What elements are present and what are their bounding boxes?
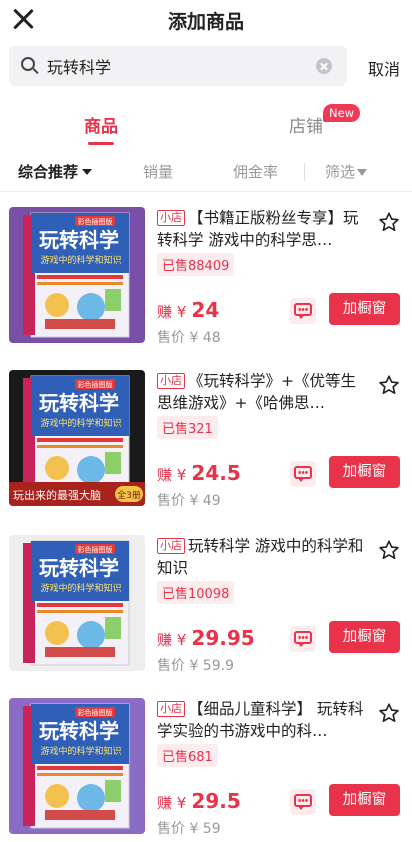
commission-earn: 赚 ¥ 29.5 xyxy=(157,789,241,813)
search-input[interactable] xyxy=(47,46,307,86)
earn-amount: 24.5 xyxy=(191,461,241,485)
product-card[interactable]: 彩色插图版 玩转科学 游戏中的科学和知识 小店 【书籍正版粉丝专享】玩转科学 游戏… xyxy=(0,207,412,372)
svg-text:玩转科学: 玩转科学 xyxy=(39,391,119,415)
svg-text:玩转科学: 玩转科学 xyxy=(39,556,119,580)
message-icon[interactable] xyxy=(290,626,316,652)
sort-comprehensive-label: 综合推荐 xyxy=(18,163,79,181)
active-tab-indicator xyxy=(88,142,114,145)
message-icon[interactable] xyxy=(290,298,316,324)
top-bar: 添加商品 xyxy=(0,0,412,40)
svg-text:游戏中的科学和知识: 游戏中的科学和知识 xyxy=(40,417,121,429)
svg-text:游戏中的科学和知识: 游戏中的科学和知识 xyxy=(40,582,121,594)
commission-earn: 赚 ¥ 24 xyxy=(157,298,219,322)
earn-amount: 29.5 xyxy=(191,789,241,813)
svg-text:彩色插图版: 彩色插图版 xyxy=(78,545,113,554)
sort-sales[interactable]: 销量 xyxy=(143,161,173,182)
earn-label: 赚 ¥ xyxy=(157,631,187,649)
svg-text:玩转科学: 玩转科学 xyxy=(39,228,119,252)
product-title-text: 玩转科学 游戏中的科学和知识 xyxy=(157,537,364,577)
commission-earn: 赚 ¥ 29.95 xyxy=(157,626,255,650)
earn-label: 赚 ¥ xyxy=(157,794,187,812)
product-image[interactable]: 彩色插图版 玩转科学 游戏中的科学和知识 xyxy=(9,535,145,671)
star-icon[interactable] xyxy=(378,539,400,561)
svg-text:彩色插图版: 彩色插图版 xyxy=(78,217,113,226)
sale-price: 售价 ¥ 49 xyxy=(157,493,221,509)
add-to-showcase-button[interactable]: 加橱窗 xyxy=(329,621,400,653)
svg-text:游戏中的科学和知识: 游戏中的科学和知识 xyxy=(40,745,121,757)
add-to-showcase-button[interactable]: 加橱窗 xyxy=(329,456,400,488)
shop-tag: 小店 xyxy=(157,701,185,717)
sold-count: 已售88409 xyxy=(157,253,235,276)
cover-badge-text: 全3册 xyxy=(117,489,141,501)
search-bar[interactable] xyxy=(9,46,347,86)
earn-label: 赚 ¥ xyxy=(157,303,187,321)
book-cover-image: 彩色插图版 玩转科学 游戏中的科学和知识 xyxy=(9,698,145,834)
message-icon[interactable] xyxy=(290,789,316,815)
tab-products[interactable]: 商品 xyxy=(84,112,118,137)
book-cover-image: 彩色插图版 玩转科学 游戏中的科学和知识 xyxy=(9,535,145,671)
sale-price: 售价 ¥ 59 xyxy=(157,821,221,837)
book-cover-image: 彩色插图版 玩转科学 游戏中的科学和知识 xyxy=(9,207,145,343)
sort-commission[interactable]: 佣金率 xyxy=(233,161,278,182)
shop-tag: 小店 xyxy=(157,373,185,389)
earn-label: 赚 ¥ xyxy=(157,466,187,484)
product-card[interactable]: 彩色插图版 玩转科学 游戏中的科学和知识 小店 玩转科学 游戏中的科学和知识 已售… xyxy=(0,535,412,700)
add-to-showcase-button[interactable]: 加橱窗 xyxy=(329,293,400,325)
cover-banner-text: 玩出来的最强大脑 xyxy=(13,488,101,502)
add-to-showcase-button[interactable]: 加橱窗 xyxy=(329,784,400,816)
sort-comprehensive[interactable]: 综合推荐 xyxy=(18,161,93,182)
shop-tag: 小店 xyxy=(157,210,185,226)
new-badge: New xyxy=(323,104,361,122)
commission-earn: 赚 ¥ 24.5 xyxy=(157,461,241,485)
svg-text:玩转科学: 玩转科学 xyxy=(39,719,119,743)
sold-count: 已售321 xyxy=(157,416,218,439)
divider xyxy=(304,163,305,181)
earn-amount: 29.95 xyxy=(191,626,255,650)
svg-text:彩色插图版: 彩色插图版 xyxy=(78,380,113,389)
star-icon[interactable] xyxy=(378,702,400,724)
sold-count: 已售681 xyxy=(157,744,218,767)
star-icon[interactable] xyxy=(378,374,400,396)
product-title[interactable]: 小店 玩转科学 游戏中的科学和知识 xyxy=(157,535,365,579)
svg-text:彩色插图版: 彩色插图版 xyxy=(78,708,113,717)
product-image[interactable]: 彩色插图版 玩转科学 游戏中的科学和知识 xyxy=(9,207,145,343)
product-title[interactable]: 小店 【细品儿童科学】 玩转科学实验的书游戏中的科… xyxy=(157,698,365,742)
star-icon[interactable] xyxy=(378,211,400,233)
product-title-text: 【细品儿童科学】 玩转科学实验的书游戏中的科… xyxy=(157,700,364,740)
page-title: 添加商品 xyxy=(167,11,244,33)
svg-text:游戏中的科学和知识: 游戏中的科学和知识 xyxy=(40,254,121,266)
product-title[interactable]: 小店 《玩转科学》+《优等生思维游戏》+《哈佛思… xyxy=(157,370,365,414)
filter-button[interactable]: 筛选 xyxy=(325,161,368,182)
product-title[interactable]: 小店 【书籍正版粉丝专享】玩转科学 游戏中的科学思… xyxy=(157,207,365,251)
product-image[interactable]: 彩色插图版 玩转科学 游戏中的科学和知识 xyxy=(9,698,145,834)
product-image[interactable]: 彩色插图版 玩转科学 游戏中的科学和知识 玩出来的最强大脑 全3册 xyxy=(9,370,145,506)
shop-tag: 小店 xyxy=(157,538,185,554)
caret-down-icon xyxy=(82,169,93,175)
product-title-text: 【书籍正版粉丝专享】玩转科学 游戏中的科学思… xyxy=(157,209,359,249)
cancel-button[interactable]: 取消 xyxy=(368,56,400,80)
product-card[interactable]: 彩色插图版 玩转科学 游戏中的科学和知识 小店 【细品儿童科学】 玩转科学实验的书… xyxy=(0,698,412,842)
sort-bar: 综合推荐 销量 佣金率 筛选 xyxy=(0,150,412,192)
filter-icon xyxy=(357,169,368,176)
earn-amount: 24 xyxy=(191,298,220,322)
tab-shops[interactable]: 店铺 xyxy=(289,112,323,137)
message-icon[interactable] xyxy=(290,461,316,487)
search-icon xyxy=(21,57,39,75)
sale-price: 售价 ¥ 48 xyxy=(157,330,221,346)
sold-count: 已售10098 xyxy=(157,581,235,604)
book-cover-image: 彩色插图版 玩转科学 游戏中的科学和知识 玩出来的最强大脑 全3册 xyxy=(9,370,145,506)
clear-icon[interactable] xyxy=(316,58,332,74)
product-title-text: 《玩转科学》+《优等生思维游戏》+《哈佛思… xyxy=(157,372,356,412)
sale-price: 售价 ¥ 59.9 xyxy=(157,658,234,674)
filter-label: 筛选 xyxy=(325,163,356,181)
product-card[interactable]: 彩色插图版 玩转科学 游戏中的科学和知识 玩出来的最强大脑 全3册 小店 《玩转科学… xyxy=(0,370,412,535)
